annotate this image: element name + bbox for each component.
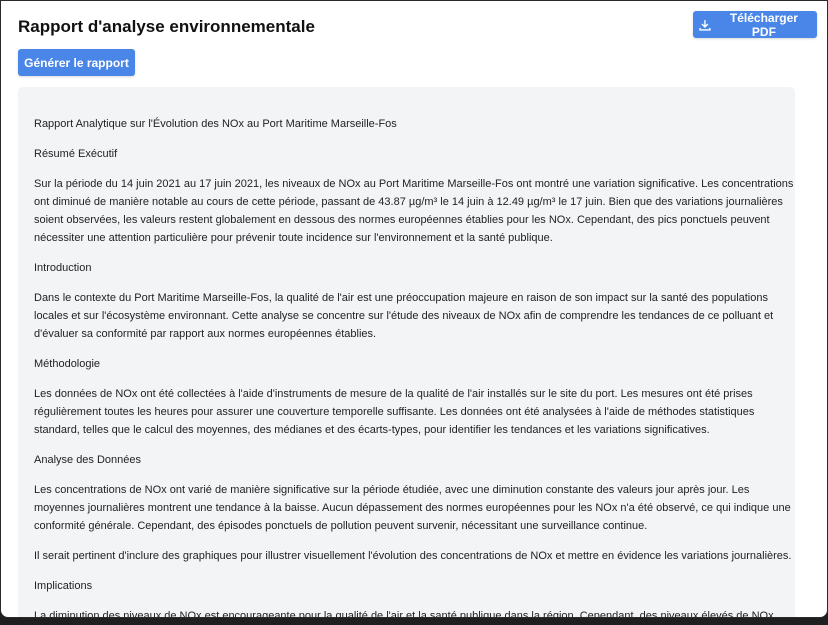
- section-heading: Analyse des Données: [34, 454, 142, 466]
- report-paragraph: Les données de NOx ont été collectées à …: [34, 388, 755, 436]
- report-title: Rapport Analytique sur l'Évolution des N…: [34, 118, 397, 130]
- app-window: Rapport d'analyse environnementale Téléc…: [0, 0, 828, 618]
- report-paragraph: Les concentrations de NOx ont varié de m…: [34, 484, 791, 532]
- report-paragraph: Dans le contexte du Port Maritime Marsei…: [34, 292, 774, 340]
- page-title: Rapport d'analyse environnementale: [18, 17, 315, 36]
- download-pdf-button[interactable]: Télécharger PDF: [693, 10, 817, 39]
- report-content: Rapport Analytique sur l'Évolution des N…: [18, 87, 795, 618]
- section-heading: Implications: [34, 580, 93, 592]
- report-paragraph: Il serait pertinent d'inclure des graphi…: [34, 550, 792, 562]
- section-heading: Introduction: [34, 262, 92, 274]
- section-heading: Méthodologie: [34, 358, 101, 370]
- download-pdf-label: Télécharger PDF: [729, 10, 798, 39]
- generate-report-button[interactable]: Générer le rapport: [18, 49, 135, 76]
- report-paragraph: La diminution des niveaux de NOx est enc…: [34, 610, 774, 618]
- section-heading: Résumé Exécutif: [34, 148, 118, 160]
- report-paragraph: Sur la période du 14 juin 2021 au 17 jui…: [34, 178, 794, 244]
- download-icon: [699, 19, 711, 31]
